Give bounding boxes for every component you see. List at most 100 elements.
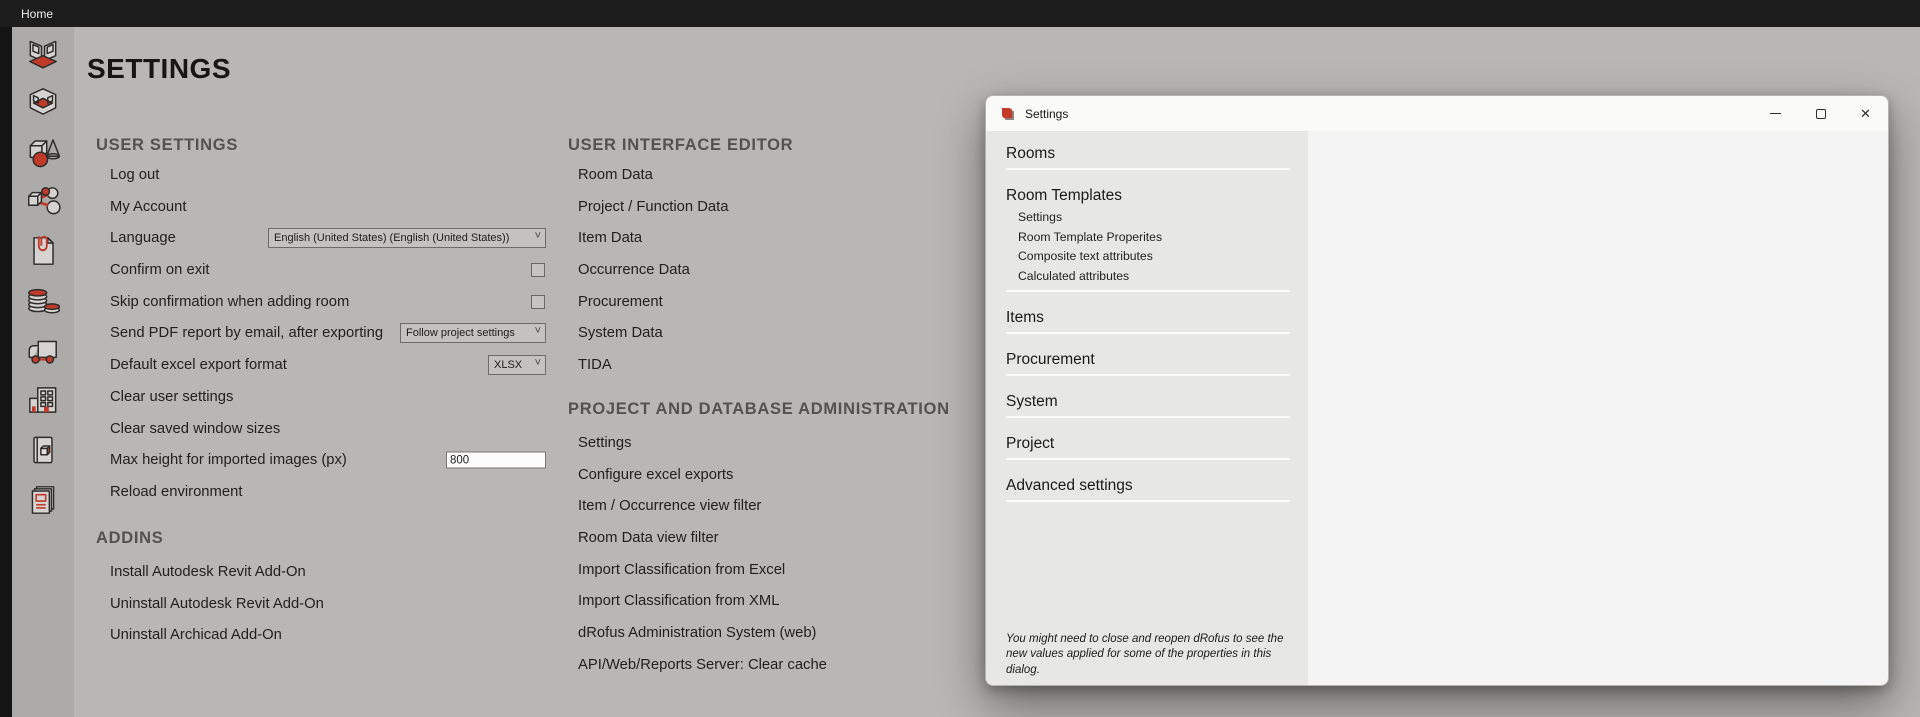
setting-row-occurrence-data: Occurrence Data: [568, 254, 978, 286]
nav-separator: [1006, 416, 1290, 418]
admin-list: Settings Configure excel exports Item / Oc…: [568, 427, 978, 681]
dialog-nav-item-system[interactable]: System: [1006, 391, 1290, 412]
setting-row-send-pdf-report-by-email-after-exporting: Send PDF report by email, after exportin…: [96, 318, 546, 350]
nav-separator: [1006, 168, 1290, 170]
setting-label-system-data[interactable]: System Data: [568, 325, 663, 341]
chevron-down-icon: ˅: [535, 325, 541, 337]
items-icon: [24, 132, 62, 170]
dialog-nav-group-items: Items: [1006, 307, 1290, 334]
dialog-nav-subitem-composite-text-attributes[interactable]: Composite text attributes: [1006, 247, 1290, 267]
setting-label-confirm-on-exit: Confirm on exit: [96, 262, 210, 278]
dialog-content-area: [1308, 131, 1888, 685]
dialog-titlebar[interactable]: Settings ✕: [986, 96, 1888, 131]
catalog-icon: [24, 431, 62, 469]
minimize-button[interactable]: [1753, 96, 1798, 131]
setting-label-language: Language: [96, 230, 176, 246]
sidebar-item-attachments[interactable]: [12, 226, 74, 276]
setting-label-log-out[interactable]: Log out: [96, 167, 159, 183]
setting-row-room-data: Room Data: [568, 159, 978, 191]
setting-label-drofus-administration-system-web[interactable]: dRofus Administration System (web): [568, 625, 816, 641]
section-header-addins: ADDINS: [96, 529, 163, 548]
attachments-icon: [24, 232, 62, 270]
setting-label-configure-excel-exports[interactable]: Configure excel exports: [568, 467, 733, 483]
nav-separator: [1006, 458, 1290, 460]
sidebar-item-logistics[interactable]: [12, 326, 74, 376]
room-alt-icon: [24, 83, 62, 121]
dialog-nav-subitem-calculated-attributes[interactable]: Calculated attributes: [1006, 267, 1290, 287]
send-pdf-report-by-email-after-exporting-dropdown[interactable]: Follow project settings ˅: [400, 323, 546, 343]
sidebar-item-reports[interactable]: [12, 475, 74, 525]
setting-label-clear-user-settings[interactable]: Clear user settings: [96, 389, 233, 405]
setting-label-uninstall-archicad-add-on[interactable]: Uninstall Archicad Add-On: [96, 627, 282, 643]
setting-label-procurement[interactable]: Procurement: [568, 294, 663, 310]
sidebar-item-finance[interactable]: [12, 276, 74, 326]
setting-label-room-data[interactable]: Room Data: [568, 167, 653, 183]
dialog-nav-subitem-settings[interactable]: Settings: [1006, 208, 1290, 228]
setting-row-project-function-data: Project / Function Data: [568, 191, 978, 223]
close-button[interactable]: ✕: [1843, 96, 1888, 131]
section-header-user-settings: USER SETTINGS: [96, 136, 238, 155]
sidebar-item-items[interactable]: [12, 127, 74, 177]
dialog-nav-item-room-templates[interactable]: Room Templates: [1006, 185, 1290, 206]
setting-label-occurrence-data[interactable]: Occurrence Data: [568, 262, 690, 278]
sidebar-item-rooms[interactable]: [12, 27, 74, 77]
setting-row-room-data-view-filter: Room Data view filter: [568, 522, 978, 554]
setting-row-my-account: My Account: [96, 191, 546, 223]
setting-label-project-function-data[interactable]: Project / Function Data: [568, 199, 729, 215]
setting-row-reload-environment: Reload environment: [96, 476, 546, 508]
setting-label-settings[interactable]: Settings: [568, 435, 631, 451]
setting-label-import-classification-from-excel[interactable]: Import Classification from Excel: [568, 562, 785, 578]
chevron-down-icon: ˅: [535, 230, 541, 242]
setting-row-procurement: Procurement: [568, 286, 978, 318]
dialog-nav-group-system: System: [1006, 391, 1290, 418]
nav-separator: [1006, 332, 1290, 334]
chevron-down-icon: ˅: [535, 357, 541, 369]
setting-label-room-data-view-filter[interactable]: Room Data view filter: [568, 530, 719, 546]
setting-label-uninstall-autodesk-revit-add-on[interactable]: Uninstall Autodesk Revit Add-On: [96, 596, 324, 612]
dialog-nav-item-project[interactable]: Project: [1006, 433, 1290, 454]
setting-label-item-data[interactable]: Item Data: [568, 230, 642, 246]
setting-label-api-web-reports-server-clear-cache[interactable]: API/Web/Reports Server: Clear cache: [568, 657, 827, 673]
skip-confirmation-when-adding-room-checkbox[interactable]: [531, 295, 545, 309]
page-title: SETTINGS: [87, 53, 231, 85]
section-header-admin: PROJECT AND DATABASE ADMINISTRATION: [568, 400, 950, 419]
dialog-nav-item-rooms[interactable]: Rooms: [1006, 143, 1290, 164]
setting-label-default-excel-export-format: Default excel export format: [96, 357, 287, 373]
rooms-icon: [24, 33, 62, 71]
setting-label-tida[interactable]: TIDA: [568, 357, 612, 373]
setting-row-install-autodesk-revit-add-on: Install Autodesk Revit Add-On: [96, 556, 546, 588]
setting-label-clear-saved-window-sizes[interactable]: Clear saved window sizes: [96, 421, 280, 437]
setting-label-send-pdf-report-by-email-after-exporting: Send PDF report by email, after exportin…: [96, 325, 383, 341]
max-height-for-imported-images-px-input[interactable]: 800: [446, 452, 546, 469]
dropdown-value: Follow project settings: [406, 327, 515, 339]
dialog-nav-group-procurement: Procurement: [1006, 349, 1290, 376]
default-excel-export-format-dropdown[interactable]: XLSX˅: [488, 355, 546, 375]
sidebar-item-building[interactable]: [12, 376, 74, 426]
sidebar-item-occurrences[interactable]: [12, 176, 74, 226]
language-dropdown[interactable]: English (United States) (English (United…: [268, 228, 546, 248]
setting-label-install-autodesk-revit-add-on[interactable]: Install Autodesk Revit Add-On: [96, 564, 306, 580]
setting-label-skip-confirmation-when-adding-room: Skip confirmation when adding room: [96, 294, 349, 310]
sidebar-item-catalog[interactable]: [12, 425, 74, 475]
sidebar: [12, 27, 74, 717]
dialog-note: You might need to close and reopen dRofu…: [1006, 632, 1288, 679]
setting-row-settings: Settings: [568, 427, 978, 459]
maximize-button[interactable]: [1798, 96, 1843, 131]
dialog-title: Settings: [1025, 107, 1068, 121]
dialog-nav-item-items[interactable]: Items: [1006, 307, 1290, 328]
dialog-nav-group-advanced-settings: Advanced settings: [1006, 475, 1290, 502]
setting-label-item-occurrence-view-filter[interactable]: Item / Occurrence view filter: [568, 498, 761, 514]
dialog-nav-item-advanced-settings[interactable]: Advanced settings: [1006, 475, 1290, 496]
dialog-nav-item-procurement[interactable]: Procurement: [1006, 349, 1290, 370]
drofus-app-icon: [1000, 106, 1016, 122]
setting-label-my-account[interactable]: My Account: [96, 199, 186, 215]
setting-label-reload-environment[interactable]: Reload environment: [96, 484, 242, 500]
dialog-nav-subitem-room-template-properites[interactable]: Room Template Properites: [1006, 228, 1290, 248]
setting-label-import-classification-from-xml[interactable]: Import Classification from XML: [568, 593, 779, 609]
setting-row-import-classification-from-excel: Import Classification from Excel: [568, 554, 978, 586]
sidebar-item-room-alt[interactable]: [12, 77, 74, 127]
nav-separator: [1006, 374, 1290, 376]
home-menu-item[interactable]: Home: [21, 7, 53, 21]
dropdown-value: English (United States) (English (United…: [274, 232, 509, 244]
confirm-on-exit-checkbox[interactable]: [531, 263, 545, 277]
